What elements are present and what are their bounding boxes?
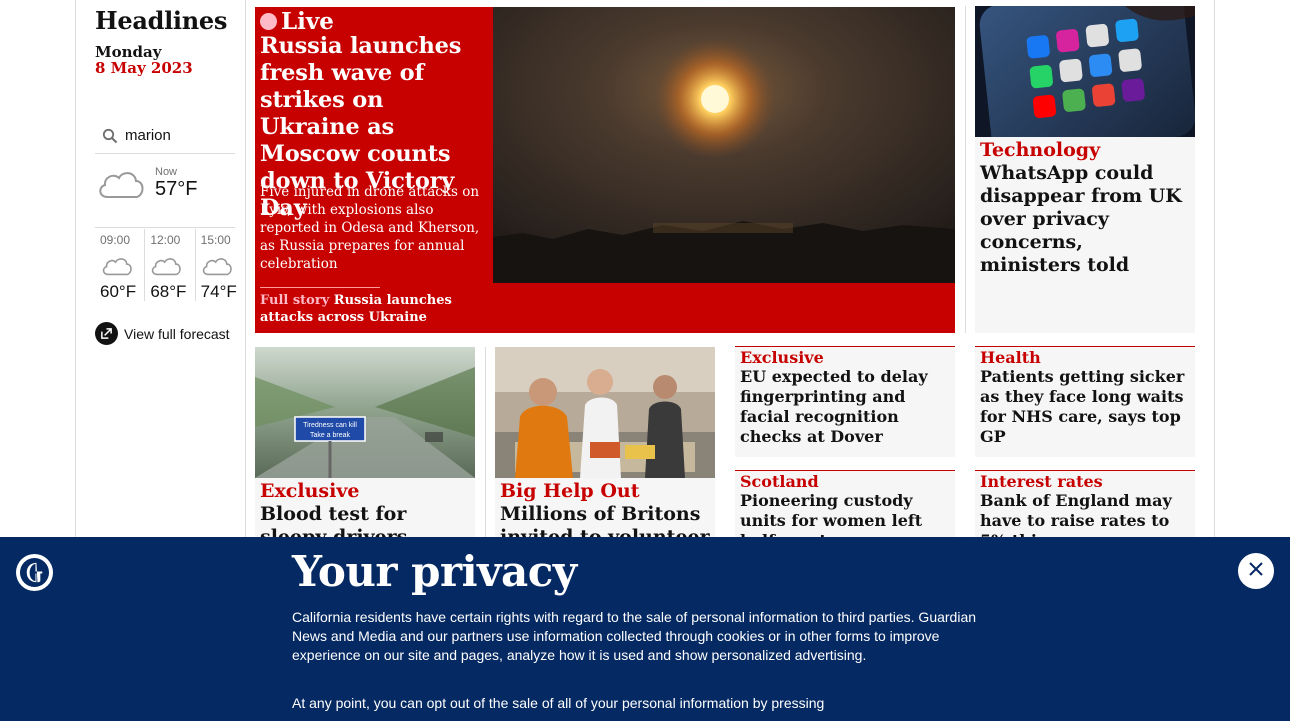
story-kicker: Health [980, 348, 1041, 367]
close-button[interactable] [1238, 553, 1274, 589]
card-top-rule [735, 470, 955, 471]
now-label: Now [155, 166, 178, 178]
hourly-forecast: 09:00 60°F 12:00 68°F 15:00 74°F [95, 229, 245, 301]
close-icon [1248, 561, 1264, 581]
card-top-rule [975, 346, 1195, 347]
forecast-temp: 60°F [100, 282, 137, 301]
forecast-slot: 12:00 68°F [144, 229, 194, 301]
sublink-kicker: Full story [260, 293, 330, 308]
story-kicker: Big Help Out [500, 480, 640, 502]
full-forecast-label: View full forecast [124, 325, 230, 342]
lead-story-card[interactable]: Live Russia launches fresh wave of strik… [255, 7, 955, 333]
forecast-temp: 68°F [150, 282, 187, 301]
forecast-time: 12:00 [150, 233, 181, 247]
privacy-banner: Your privacy California residents have c… [0, 537, 1290, 721]
forecast-time: 15:00 [200, 233, 231, 247]
privacy-text-optout: At any point, you can opt out of the sal… [292, 695, 825, 711]
story-headline[interactable]: Patients getting sicker as they face lon… [980, 367, 1190, 447]
column-divider [485, 347, 486, 537]
card-top-rule [975, 470, 1195, 471]
card-top-rule [735, 346, 955, 347]
external-link-icon [95, 322, 118, 345]
cloud-icon [149, 253, 183, 283]
lead-standfirst: Five injured in drone attacks on Kyiv, w… [260, 184, 480, 272]
story-card[interactable]: Big Help Out Millions of Britons invited… [495, 347, 715, 571]
story-card[interactable]: Exclusive EU expected to delay fingerpri… [735, 346, 955, 457]
story-headline[interactable]: EU expected to delay fingerprinting and … [740, 367, 950, 447]
forecast-slot: 15:00 74°F [194, 229, 245, 301]
date-full: 8 May 2023 [95, 59, 193, 77]
sign-line2: Take a break [310, 432, 351, 439]
forecast-time: 09:00 [100, 233, 131, 247]
story-card-technology[interactable]: Technology WhatsApp could disappear from… [975, 6, 1195, 333]
now-temperature: 57°F [155, 178, 198, 200]
column-divider [965, 6, 966, 333]
lead-image-explosion[interactable] [493, 7, 955, 283]
story-kicker: Interest rates [980, 472, 1103, 491]
cloud-icon [200, 253, 234, 283]
sign-line1: Tiredness can kill [303, 422, 357, 429]
divider [260, 287, 380, 288]
story-kicker: Technology [980, 139, 1101, 161]
sublink[interactable]: Full story Russia launches attacks acros… [260, 292, 488, 326]
live-dot-icon [260, 13, 277, 30]
story-kicker: Scotland [740, 472, 819, 491]
guardian-logo-icon [16, 554, 53, 591]
story-kicker: Exclusive [740, 348, 824, 367]
volunteers-image[interactable] [495, 347, 715, 478]
story-card[interactable]: Health Patients getting sicker as they f… [975, 346, 1195, 457]
live-label: Live [281, 8, 334, 35]
privacy-text: California residents have certain rights… [292, 609, 977, 663]
current-weather: Now 57°F [95, 162, 235, 228]
forecast-slot: 09:00 60°F [95, 229, 144, 301]
forecast-temp: 74°F [200, 282, 237, 301]
road-sign-image[interactable]: Tiredness can kill Take a break [255, 347, 475, 478]
weather-location-search[interactable]: marion [95, 118, 235, 154]
live-badge: Live [260, 8, 334, 35]
phone-apps-image[interactable] [975, 6, 1195, 137]
story-card[interactable]: Tiredness can kill Take a break Exclusiv… [255, 347, 475, 571]
cloud-icon [100, 253, 134, 283]
search-icon [95, 128, 125, 144]
privacy-title: Your privacy [292, 547, 577, 596]
column-divider [245, 0, 246, 537]
section-heading: Headlines [95, 6, 228, 35]
cloud-icon [95, 164, 147, 208]
story-kicker: Exclusive [260, 480, 360, 502]
location-value: marion [125, 127, 171, 144]
story-headline[interactable]: WhatsApp could disappear from UK over pr… [980, 162, 1190, 277]
view-full-forecast-link[interactable]: View full forecast [95, 322, 230, 345]
